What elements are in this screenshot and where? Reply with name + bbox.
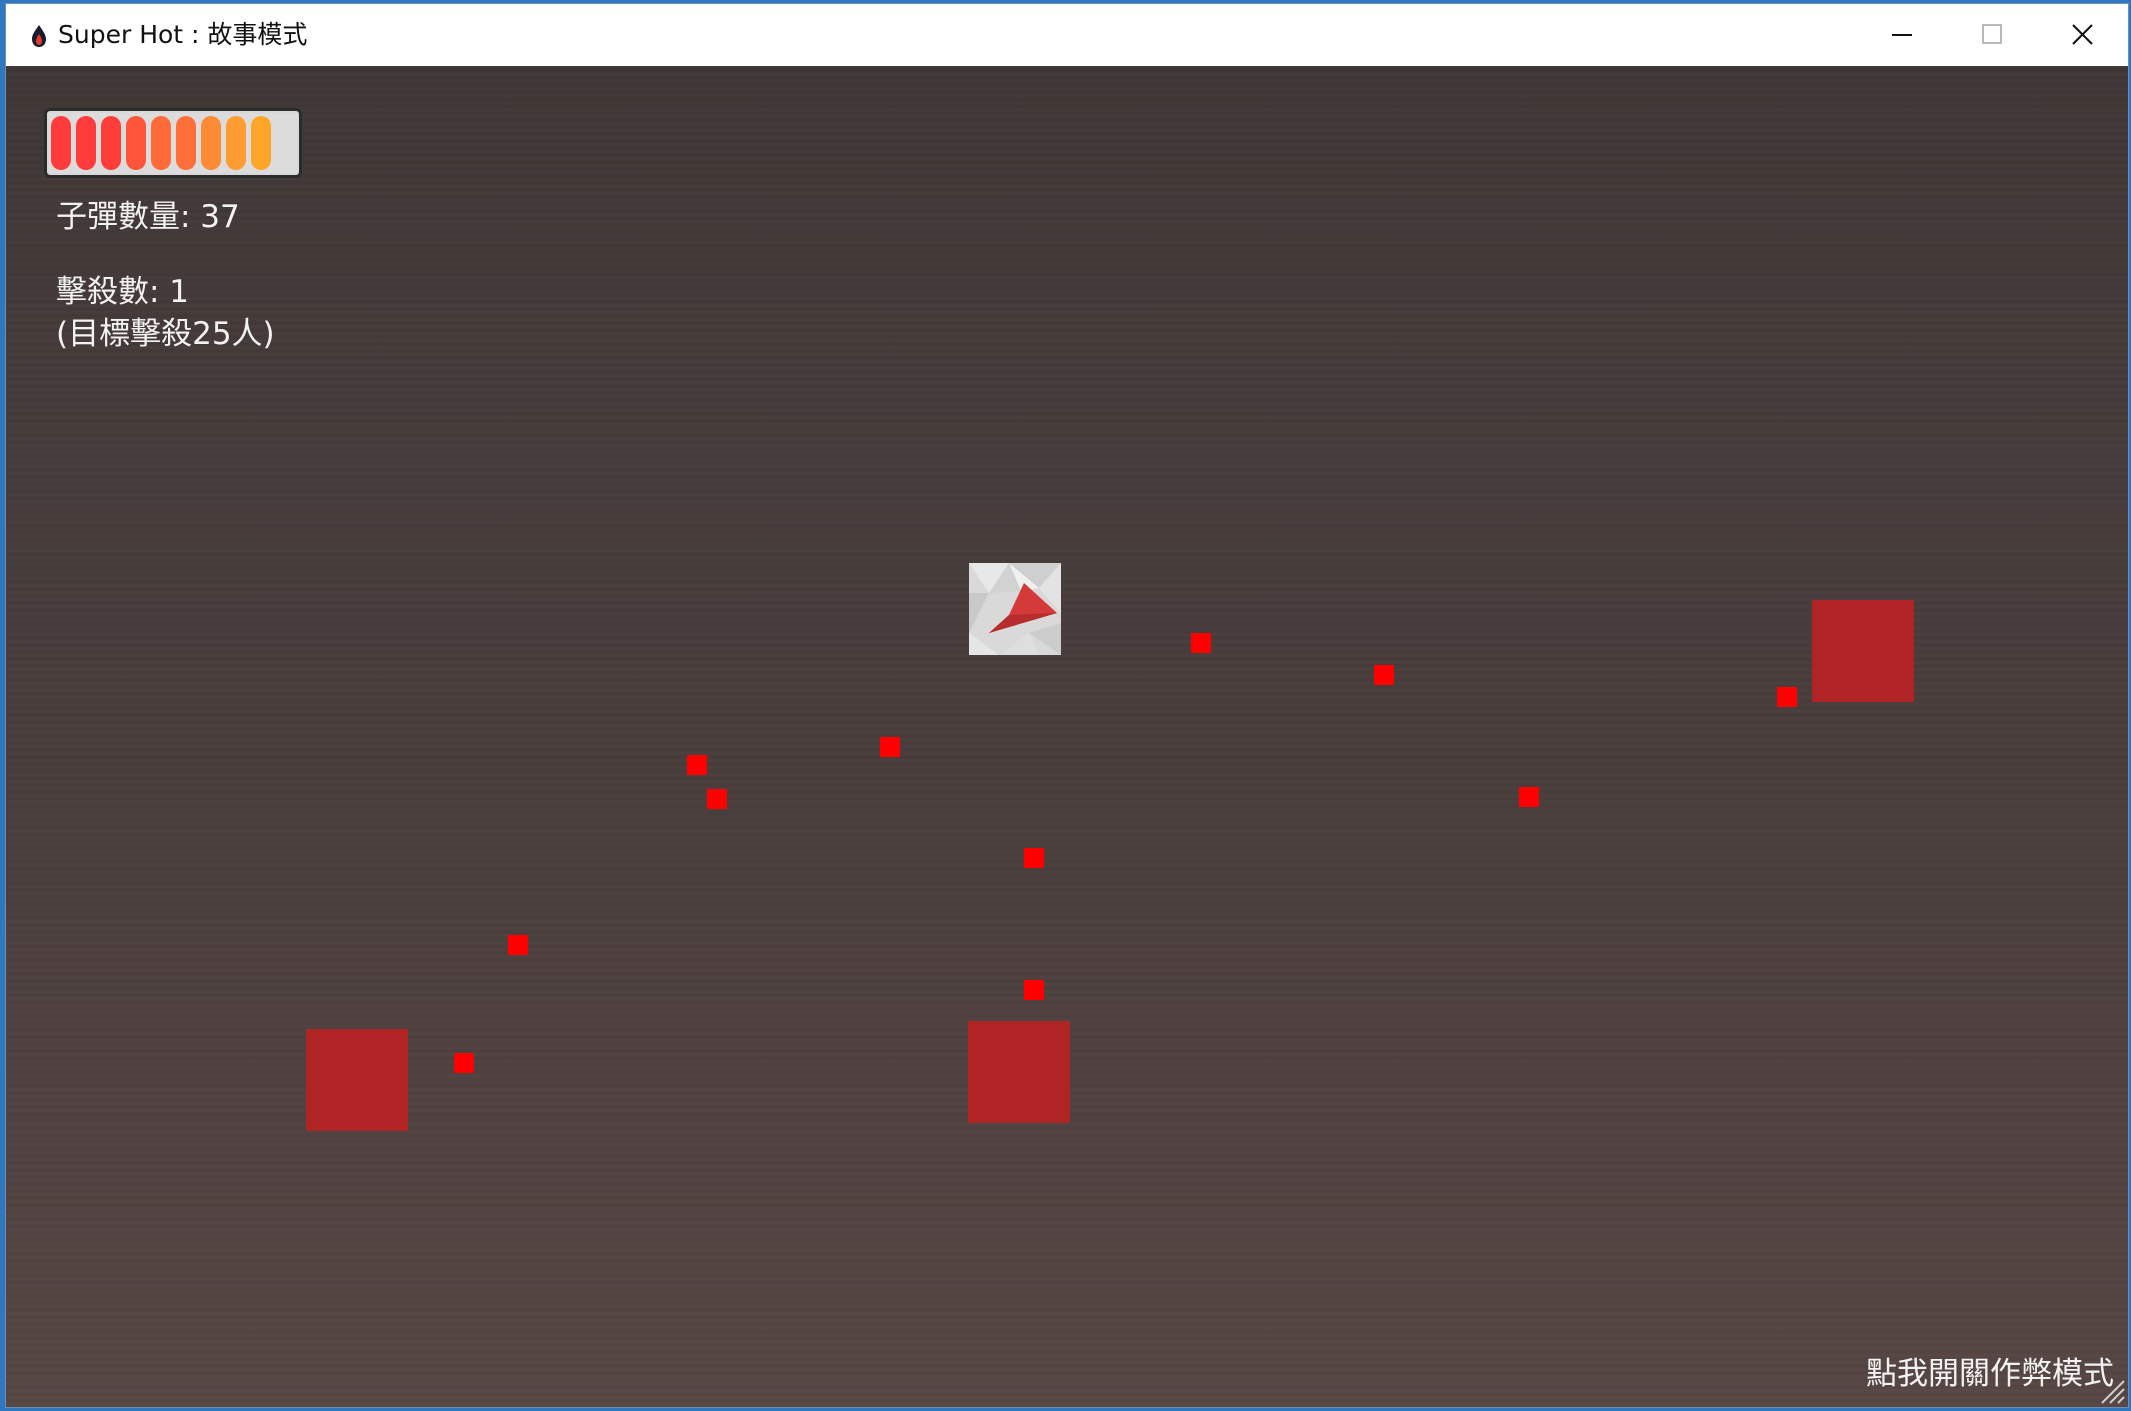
bullet: [1024, 848, 1044, 868]
maximize-icon: [1982, 24, 2002, 44]
cheat-mode-toggle[interactable]: 點我開關作弊模式: [1866, 1353, 2114, 1395]
health-bar: [44, 108, 302, 178]
health-segment: [201, 116, 221, 170]
game-canvas[interactable]: 子彈數量: 37 擊殺數: 1 (目標擊殺25人) 點我開關作弊模式: [6, 66, 2128, 1407]
bullet: [707, 789, 727, 809]
bullet: [880, 737, 900, 757]
player: [969, 563, 1061, 655]
minimize-button[interactable]: [1858, 4, 1948, 66]
ammo-count: 子彈數量: 37: [56, 199, 240, 235]
kill-target: (目標擊殺25人): [56, 316, 275, 352]
bullet: [1024, 980, 1044, 1000]
maximize-button[interactable]: [1948, 4, 2038, 66]
enemy: [968, 1021, 1070, 1123]
health-segment: [251, 116, 271, 170]
bullet: [687, 755, 707, 775]
bullet: [1191, 633, 1211, 653]
health-segment: [76, 116, 96, 170]
health-segment: [126, 116, 146, 170]
game-window: Super Hot : 故事模式 子彈數量: 37 擊殺數: 1 (目標擊殺25…: [5, 3, 2129, 1408]
bullet: [1374, 665, 1394, 685]
title-bar[interactable]: Super Hot : 故事模式: [6, 4, 2128, 66]
health-segment: [101, 116, 121, 170]
health-segment: [51, 116, 71, 170]
resize-grip-icon[interactable]: [2098, 1377, 2126, 1405]
bullet: [1777, 687, 1797, 707]
minimize-icon: [1892, 34, 1912, 36]
flame-icon: [28, 24, 50, 48]
bullet: [508, 935, 528, 955]
background-texture: [6, 66, 2128, 1407]
health-segment: [176, 116, 196, 170]
bullet: [454, 1053, 474, 1073]
health-segment: [226, 116, 246, 170]
bullet: [1519, 787, 1539, 807]
window-title: Super Hot : 故事模式: [58, 20, 308, 49]
player-arrow-icon: [969, 563, 1061, 655]
close-icon: [2072, 24, 2093, 45]
kill-count: 擊殺數: 1: [56, 274, 190, 310]
enemy: [306, 1029, 408, 1131]
health-segment: [151, 116, 171, 170]
close-button[interactable]: [2038, 4, 2128, 66]
enemy: [1812, 600, 1914, 702]
